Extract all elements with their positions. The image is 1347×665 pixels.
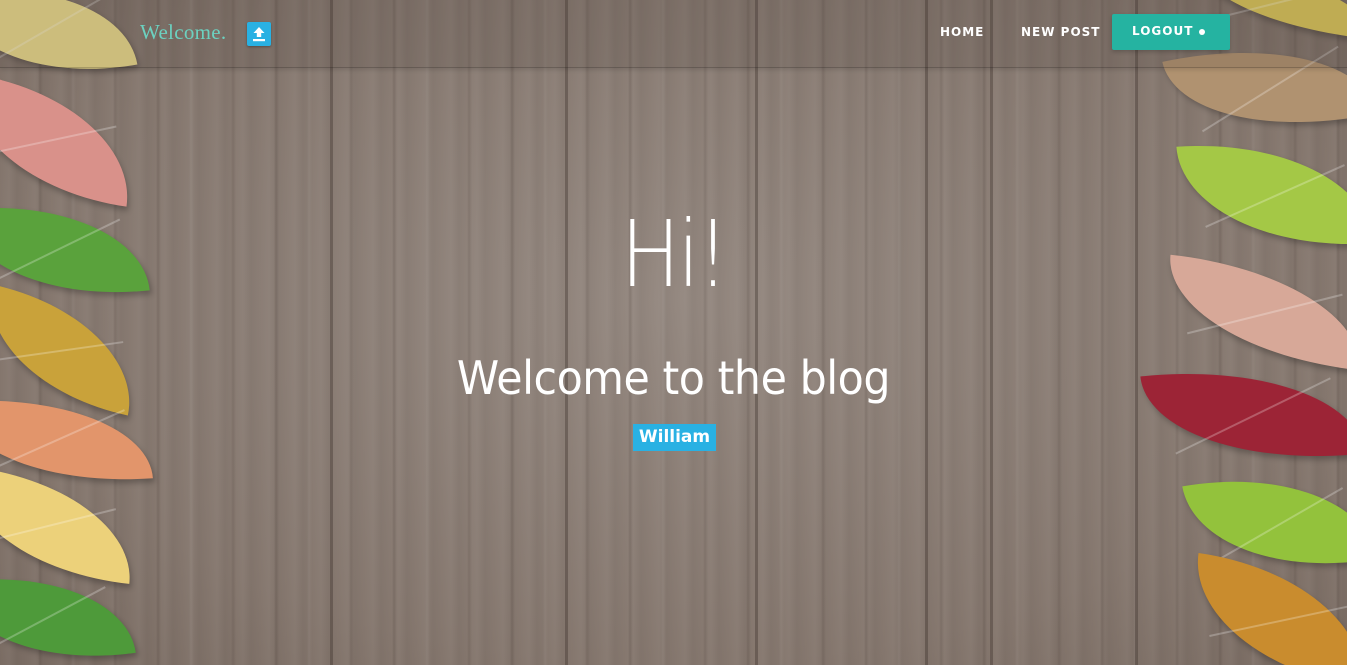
leaf-decoration <box>0 466 140 584</box>
board-line <box>755 0 758 665</box>
brand-link[interactable]: Welcome. <box>140 20 226 45</box>
status-dot-icon <box>1199 29 1205 35</box>
board-line <box>990 0 993 665</box>
leaf-decoration <box>0 73 142 207</box>
board-line <box>925 0 928 665</box>
upload-button[interactable] <box>247 22 271 46</box>
upload-icon <box>253 27 265 42</box>
username-badge: William <box>633 424 716 451</box>
hero-greeting: Hi! <box>620 201 729 308</box>
board-line <box>330 0 333 665</box>
top-navbar: Welcome. HOME NEW POST LOGOUT <box>0 0 1347 68</box>
hero-subtitle: Welcome to the blog <box>456 351 891 405</box>
board-line <box>1135 0 1138 665</box>
logout-button[interactable]: LOGOUT <box>1112 14 1230 50</box>
board-line <box>565 0 568 665</box>
nav-home-link[interactable]: HOME <box>940 25 984 39</box>
nav-new-post-link[interactable]: NEW POST <box>1021 25 1100 39</box>
page: Welcome. HOME NEW POST LOGOUT Hi! Welcom… <box>0 0 1347 665</box>
logout-label: LOGOUT <box>1132 24 1194 38</box>
leaf-decoration <box>1183 553 1347 665</box>
